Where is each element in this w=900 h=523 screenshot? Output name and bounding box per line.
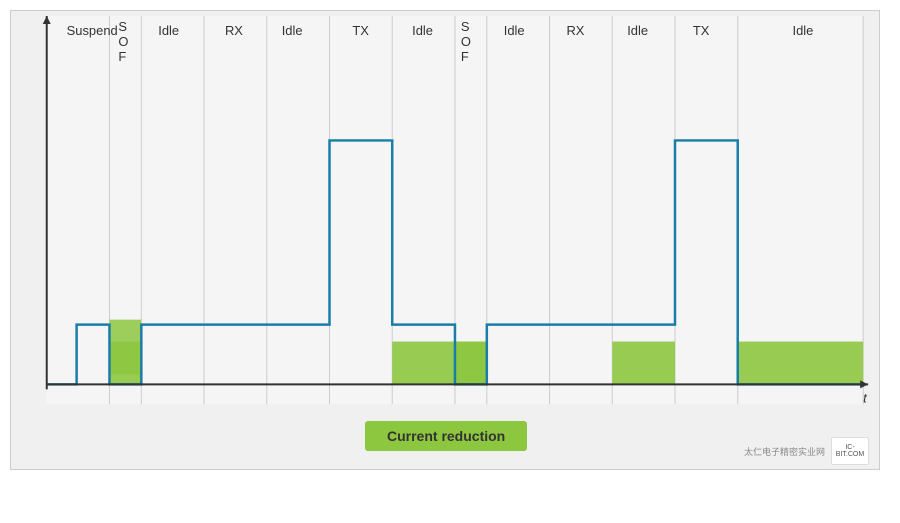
svg-text:Idle: Idle [282, 23, 303, 38]
watermark-logo: IC-BIT.COM [831, 437, 869, 465]
watermark: 太仁电子精密实业网 IC-BIT.COM [744, 437, 869, 465]
svg-text:Suspend: Suspend [67, 23, 118, 38]
svg-text:RX: RX [225, 23, 243, 38]
svg-text:TX: TX [352, 23, 369, 38]
svg-text:Idle: Idle [627, 23, 648, 38]
svg-text:RX: RX [566, 23, 584, 38]
svg-text:Idle: Idle [412, 23, 433, 38]
svg-text:F: F [118, 49, 126, 64]
svg-text:O: O [461, 34, 471, 49]
svg-text:S: S [118, 19, 127, 34]
svg-text:S: S [461, 19, 470, 34]
svg-text:O: O [118, 34, 128, 49]
chart-container: Suspend S O F Idle RX Idle TX Idle S O F… [10, 10, 880, 470]
watermark-text: 太仁电子精密实业网 [744, 445, 825, 458]
svg-text:TX: TX [693, 23, 710, 38]
svg-text:F: F [461, 49, 469, 64]
svg-text:Idle: Idle [504, 23, 525, 38]
svg-text:Idle: Idle [158, 23, 179, 38]
svg-text:Idle: Idle [792, 23, 813, 38]
current-reduction-label: Current reduction [365, 421, 527, 451]
